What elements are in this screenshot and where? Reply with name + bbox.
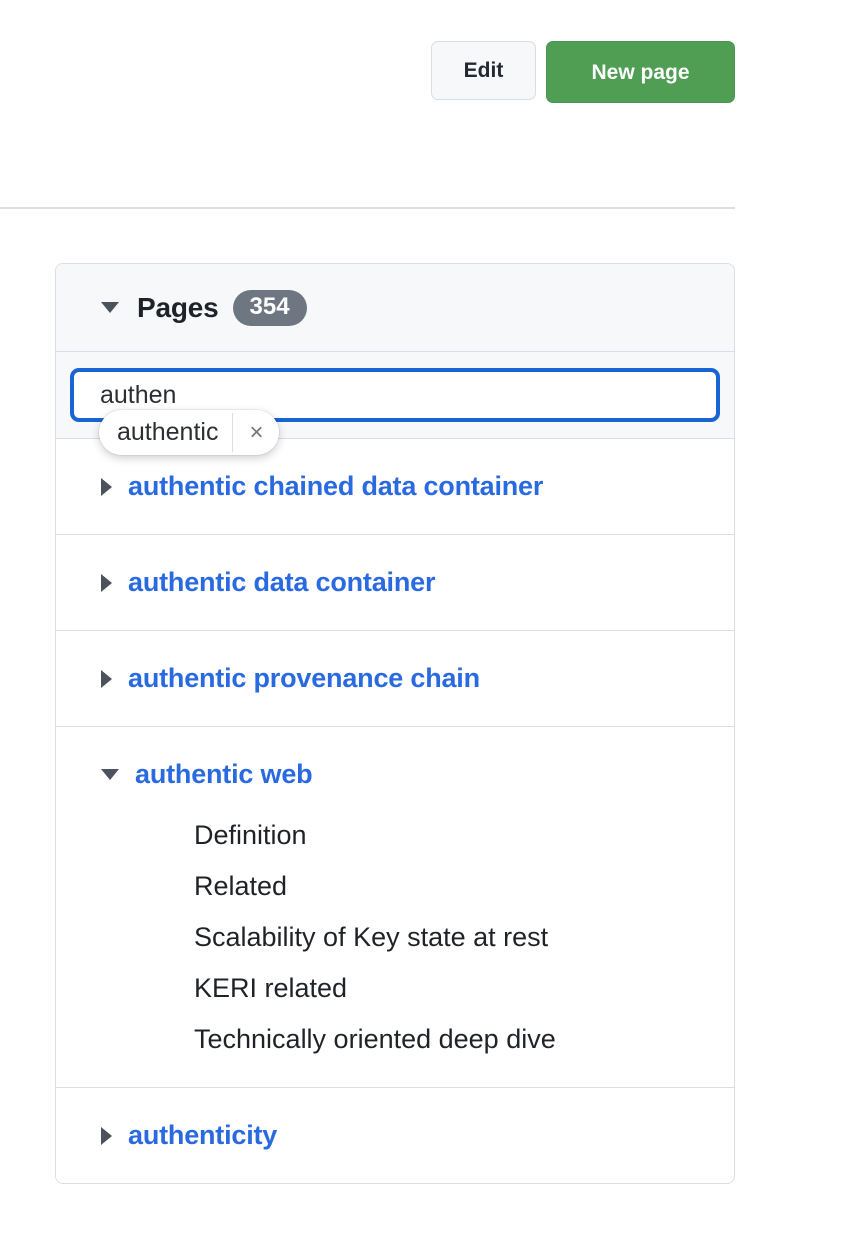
chevron-right-icon[interactable] (101, 573, 112, 592)
chevron-right-icon[interactable] (101, 477, 112, 496)
header-divider (0, 207, 735, 209)
autofill-suggestion-item[interactable]: authentic (99, 410, 232, 455)
top-action-bar: Edit New page (0, 41, 735, 106)
page-result-header[interactable]: authentic web (56, 727, 734, 822)
page-result-link[interactable]: authentic web (135, 759, 313, 790)
page-result-link[interactable]: authentic chained data container (128, 471, 543, 502)
search-row: authentic × (56, 352, 734, 455)
page-result-row: authentic provenance chain (56, 631, 734, 727)
chevron-down-icon[interactable] (101, 769, 119, 780)
page-result-link[interactable]: authentic provenance chain (128, 663, 480, 694)
page-result-header[interactable]: authentic data container (56, 535, 734, 630)
page-section-item[interactable]: Scalability of Key state at rest (194, 924, 734, 951)
page-result-header[interactable]: authentic provenance chain (56, 631, 734, 726)
chevron-right-icon[interactable] (101, 1126, 112, 1145)
edit-button[interactable]: Edit (431, 41, 536, 100)
chevron-down-icon[interactable] (101, 302, 119, 313)
page-result-link[interactable]: authenticity (128, 1120, 277, 1151)
close-icon[interactable]: × (233, 410, 279, 455)
pages-count-badge: 354 (232, 289, 307, 326)
page-section-item[interactable]: Definition (194, 822, 734, 849)
new-page-button[interactable]: New page (546, 41, 735, 103)
pages-panel: Pages 354 authentic × authentic chained … (55, 263, 735, 1184)
page-result-row: authentic data container (56, 535, 734, 631)
page-section-list: Definition Related Scalability of Key stat… (56, 822, 734, 1087)
page-section-item[interactable]: KERI related (194, 975, 734, 1002)
page-result-header[interactable]: authenticity (56, 1088, 734, 1183)
page-section-item[interactable]: Related (194, 873, 734, 900)
pages-results-list: authentic chained data container authenti… (56, 439, 734, 1183)
page-result-link[interactable]: authentic data container (128, 567, 435, 598)
autofill-suggestion-popup: authentic × (99, 410, 280, 455)
page-result-row: authenticity (56, 1088, 734, 1183)
chevron-right-icon[interactable] (101, 669, 112, 688)
page-result-row: authentic web Definition Related Scalabilit… (56, 727, 734, 1088)
page-title: Pages (137, 291, 219, 323)
pages-panel-header[interactable]: Pages 354 (56, 264, 734, 352)
page-section-item[interactable]: Technically oriented deep dive (194, 1026, 734, 1053)
